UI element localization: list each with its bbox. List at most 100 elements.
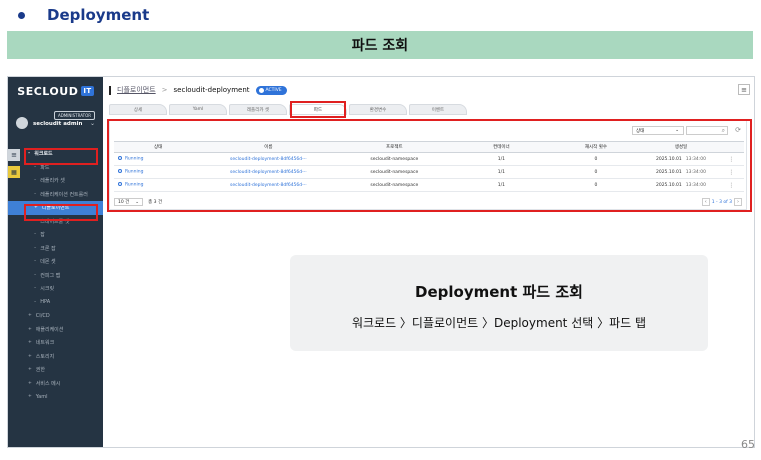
tab[interactable]: 환경변수 xyxy=(349,104,407,115)
breadcrumb-bar xyxy=(109,85,111,95)
created-time: 13:34:00 xyxy=(685,156,706,162)
sidebar-item[interactable]: + 서비스 메시 xyxy=(8,377,103,391)
plus-icon: + xyxy=(28,326,32,332)
sidebar-item[interactable]: + CI/CD xyxy=(8,309,103,323)
restarts-cell: 0 xyxy=(548,165,644,179)
status-cell: Running xyxy=(114,165,203,179)
sidebar-item[interactable]: + 스토리지 xyxy=(8,350,103,364)
created-cell: 2025.10.01 13:34:00 xyxy=(643,165,719,179)
column-header[interactable]: 상태 xyxy=(114,141,203,153)
pod-list-panel: 상태 ⌄ ⌕ ⟳ 상태 이름 프로젝트 컨테이너 재시작 횟수 생성일 Running se… xyxy=(109,120,747,210)
table-row[interactable]: Running secloudit-deployment-8df6456d-·· s… xyxy=(114,178,744,192)
sidebar-item[interactable]: – 파드 xyxy=(8,161,103,175)
sidebar-item-label: 스토리지 xyxy=(35,353,55,360)
prev-page-icon[interactable]: ‹ xyxy=(701,198,710,206)
status-badge: ACTIVE xyxy=(255,85,287,95)
status-filter-value: 상태 xyxy=(636,128,645,134)
sidebar-item[interactable]: – 잡 xyxy=(8,228,103,242)
column-header-actions xyxy=(718,141,744,153)
plus-icon: + xyxy=(28,340,32,346)
tab[interactable]: 파드 xyxy=(289,104,347,115)
tab[interactable]: 상세 xyxy=(109,104,167,115)
search-input[interactable]: ⌕ xyxy=(686,126,728,135)
sidebar-item[interactable]: + 애플리케이션 xyxy=(8,323,103,337)
page-range: 1 - 3 of 3 xyxy=(711,199,732,205)
sidebar-item[interactable]: – 데몬 셋 xyxy=(8,255,103,269)
app-logo: SECLOUD IT xyxy=(8,77,103,105)
restarts-cell: 0 xyxy=(548,152,644,166)
created-date: 2025.10.01 xyxy=(655,182,682,188)
plus-icon: + xyxy=(28,380,32,386)
created-time: 13:34:00 xyxy=(685,182,706,188)
sidebar-item[interactable]: – 워크로드 xyxy=(8,147,103,161)
dash-icon: – xyxy=(34,191,37,197)
column-header[interactable]: 프로젝트 xyxy=(334,141,455,153)
dash-icon: – xyxy=(34,164,37,170)
sidebar: SECLOUD IT ADMINISTRATOR secloudit admin… xyxy=(8,77,103,447)
next-page-icon[interactable]: › xyxy=(734,198,742,206)
created-date: 2025.10.01 xyxy=(655,169,682,175)
pod-name-link[interactable]: secloudit-deployment-8df6456d-·· xyxy=(202,165,335,179)
slide-section-title: Deployment xyxy=(18,6,149,24)
tab[interactable]: Yaml xyxy=(169,104,227,115)
status-filter-select[interactable]: 상태 ⌄ xyxy=(632,126,684,135)
pod-name-link[interactable]: secloudit-deployment-8df6456d-·· xyxy=(202,178,335,192)
sidebar-item[interactable]: – 크론 잡 xyxy=(8,242,103,256)
sidebar-nav: – 워크로드 – 파드 – 레플리카 셋 – 레플리케이션 컨트롤러 + 디플로이먼트 – 스테이트풀… xyxy=(8,147,103,404)
sidebar-item[interactable]: + 권한 xyxy=(8,363,103,377)
search-icon[interactable]: ⌕ xyxy=(722,127,725,135)
sidebar-item-label: 레플리카 셋 xyxy=(40,178,65,185)
page-size-value: 10 건 xyxy=(118,200,130,205)
refresh-icon[interactable]: ⟳ xyxy=(735,126,741,134)
sidebar-item[interactable]: + 디플로이먼트 xyxy=(8,201,103,215)
breadcrumb-parent-link[interactable]: 디플로이먼트 xyxy=(117,85,156,95)
status-badge-label: ACTIVE xyxy=(265,87,282,93)
tab[interactable]: 레플리카 셋 xyxy=(229,104,287,115)
sidebar-item-label: 애플리케이션 xyxy=(35,326,64,333)
sidebar-item[interactable]: – 스테이트풀 셋 xyxy=(8,215,103,229)
sidebar-item-label: 권한 xyxy=(35,367,45,374)
more-vert-icon[interactable]: ⋮ xyxy=(718,152,744,166)
column-header[interactable]: 재시작 횟수 xyxy=(548,141,644,153)
sidebar-item-label: 데몬 셋 xyxy=(40,259,56,266)
column-header[interactable]: 컨테이너 xyxy=(454,141,549,153)
sidebar-item[interactable]: – HPA xyxy=(8,296,103,310)
project-cell: secloudit-namespace xyxy=(334,165,455,179)
bullet-dot xyxy=(18,11,25,19)
containers-cell: 1/1 xyxy=(454,165,549,179)
table-body: Running secloudit-deployment-8df6456d-·· s… xyxy=(114,152,744,192)
table-row[interactable]: Running secloudit-deployment-8df6456d-·· s… xyxy=(114,152,744,166)
dash-icon: – xyxy=(34,245,37,251)
sidebar-item[interactable]: + 네트워크 xyxy=(8,336,103,350)
dash-icon: – xyxy=(34,299,37,305)
pod-name-link[interactable]: secloudit-deployment-8df6456d-·· xyxy=(202,152,335,166)
more-vert-icon[interactable]: ⋮ xyxy=(718,165,744,179)
column-header[interactable]: 이름 xyxy=(202,141,335,153)
more-vert-icon[interactable]: ⋮ xyxy=(718,178,744,192)
plus-icon: + xyxy=(28,353,32,359)
sidebar-item-label: CI/CD xyxy=(35,312,50,319)
plus-icon: + xyxy=(28,367,32,373)
running-status-icon xyxy=(118,182,122,187)
restarts-cell: 0 xyxy=(548,178,644,192)
breadcrumb: 디플로이먼트 > secloudit-deployment ACTIVE xyxy=(109,85,287,95)
sidebar-item[interactable]: + Yaml xyxy=(8,390,103,404)
running-status-icon xyxy=(118,169,122,174)
table-header-row: 상태 이름 프로젝트 컨테이너 재시작 횟수 생성일 xyxy=(114,141,744,153)
created-cell: 2025.10.01 13:34:00 xyxy=(643,178,719,192)
status-text: Running xyxy=(125,182,144,188)
table-row[interactable]: Running secloudit-deployment-8df6456d-·· s… xyxy=(114,165,744,179)
tab[interactable]: 이벤트 xyxy=(409,104,467,115)
sidebar-item[interactable]: – 시크릿 xyxy=(8,282,103,296)
sidebar-item-label: Yaml xyxy=(35,393,48,400)
sidebar-item-label: 컨피그 맵 xyxy=(40,272,61,279)
sidebar-item[interactable]: – 레플리카 셋 xyxy=(8,174,103,188)
column-header[interactable]: 생성일 xyxy=(643,141,719,153)
page-size-select[interactable]: 10 건 ⌄ xyxy=(114,198,144,206)
sidebar-item[interactable]: – 컨피그 맵 xyxy=(8,269,103,283)
sidebar-item[interactable]: – 레플리케이션 컨트롤러 xyxy=(8,188,103,202)
user-box[interactable]: ADMINISTRATOR secloudit admin ⌄ xyxy=(8,105,103,135)
chevron-down-icon[interactable]: ⌄ xyxy=(90,120,95,127)
containers-cell: 1/1 xyxy=(454,152,549,166)
hamburger-menu-icon[interactable]: ≡ xyxy=(738,84,750,95)
